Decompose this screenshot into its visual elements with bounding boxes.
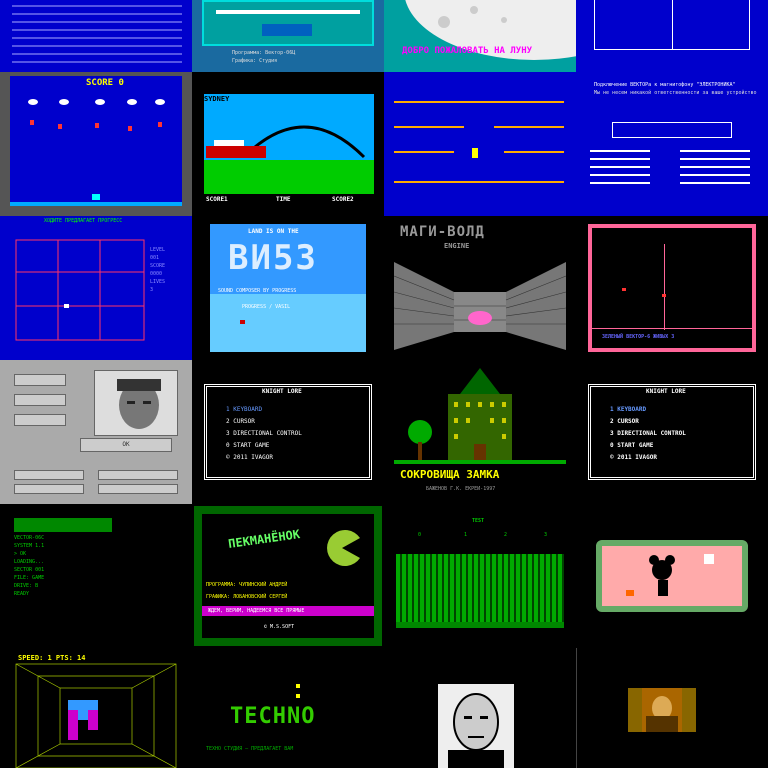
portrait-bw xyxy=(438,684,514,768)
menu-directional[interactable]: 3 DIRECTIONAL CONTROL xyxy=(226,428,302,440)
tile-mickey xyxy=(576,504,768,648)
tile-ladders xyxy=(384,72,576,216)
menu-directional[interactable]: 3 DIRECTIONAL CONTROL xyxy=(610,428,686,440)
tile-maze-teal: Программа: Вектор-06Ц Графика: Студия xyxy=(192,0,384,72)
tile-knight-lore-1: KNIGHT LORE 1 KEYBOARD 2 CURSOR 3 DIRECT… xyxy=(192,360,384,504)
tile-sydney: SYDNEY SCORE1 TIME SCORE2 xyxy=(192,72,384,216)
tile-vi53: LAND IS ON THE ВИ53 SOUND COMPOSER BY PR… xyxy=(192,216,384,360)
tile-knight-lore-2: KNIGHT LORE 1 KEYBOARD 2 CURSOR 3 DIRECT… xyxy=(576,360,768,504)
wireframe-well xyxy=(15,663,177,768)
tile-photo-editor: ОК xyxy=(0,360,192,504)
moon-caption: ДОБРО ПОЖАЛОВАТЬ НА ЛУНУ xyxy=(402,46,533,56)
menu-start[interactable]: 0 START GAME xyxy=(226,440,302,452)
menu-cursor[interactable]: 2 CURSOR xyxy=(226,416,302,428)
pacman-icon xyxy=(327,530,360,566)
mickey-scene xyxy=(626,554,714,596)
castle-title: СОКРОВИЩА ЗАМКА xyxy=(400,468,500,481)
tile-invaders: SCORE 0 xyxy=(0,72,192,216)
test-bars xyxy=(396,554,564,622)
brick-corridor xyxy=(393,262,567,350)
tile-3d-maze: МАГИ-ВОЛД ENGINE xyxy=(384,216,576,360)
copyright: © 2011 IVAGOR xyxy=(610,454,657,461)
tile-boot-log: VECTOR-06C SYSTEM 1.1 > OK LOADING... SE… xyxy=(0,504,192,648)
tile-blue-frame xyxy=(576,0,768,72)
copyright: © 2011 IVAGOR xyxy=(226,454,273,461)
menu-keyboard[interactable]: 1 KEYBOARD xyxy=(610,404,686,416)
menu-keyboard[interactable]: 1 KEYBOARD xyxy=(226,404,302,416)
tile-test-bars: TEST 0 1 2 3 xyxy=(384,504,576,648)
tile-moon: ДОБРО ПОЖАЛОВАТЬ НА ЛУНУ xyxy=(384,0,576,72)
screenshot-grid: Программа: Вектор-06Ц Графика: Студия ДО… xyxy=(0,0,768,768)
ok-button[interactable]: ОК xyxy=(80,438,172,452)
portrait-image xyxy=(94,370,178,436)
tile-grid-game: ХОДИТЕ ПРЕДЛАГАЕТ ПРОГРЕСС LEVEL 001 SCO… xyxy=(0,216,192,360)
invaders-field xyxy=(10,99,182,206)
tile-pacman: ПЕКМАНЁНОК ПРОГРАММА: ЧУПИНСКИЙ АНДРЕЙ Г… xyxy=(192,504,384,648)
mona-lisa-image xyxy=(628,688,696,732)
tile-tetris3d: SPEED: 1 PTS: 14 xyxy=(0,648,192,768)
tile-mona-lisa xyxy=(576,648,768,768)
vi53-logo: ВИ53 xyxy=(228,238,318,278)
horizontal-lines xyxy=(12,5,182,63)
tile-castle: СОКРОВИЩА ЗАМКА БАЖЕНОВ Г.К. ЕКРЕИ-1997 xyxy=(384,360,576,504)
menu-cursor[interactable]: 2 CURSOR xyxy=(610,416,686,428)
tile-portrait xyxy=(384,648,576,768)
menu-start[interactable]: 0 START GAME xyxy=(610,440,686,452)
tile-techno: TECHNO ТЕХНО СТУДИЯ — ПРЕДЛАГАЕТ ВАМ xyxy=(192,648,384,768)
techno-logo: TECHNO xyxy=(230,704,316,729)
ladder-platforms xyxy=(394,101,564,183)
tile-pink-frame: ЗЕЛЕНЫЙ ВЕКТОР-6 ЖИВЫХ 3 xyxy=(576,216,768,360)
castle-image xyxy=(394,368,566,464)
tile-instructions: Подключение ВЕКТОРа к магнитофону "ЭЛЕКТ… xyxy=(576,72,768,216)
